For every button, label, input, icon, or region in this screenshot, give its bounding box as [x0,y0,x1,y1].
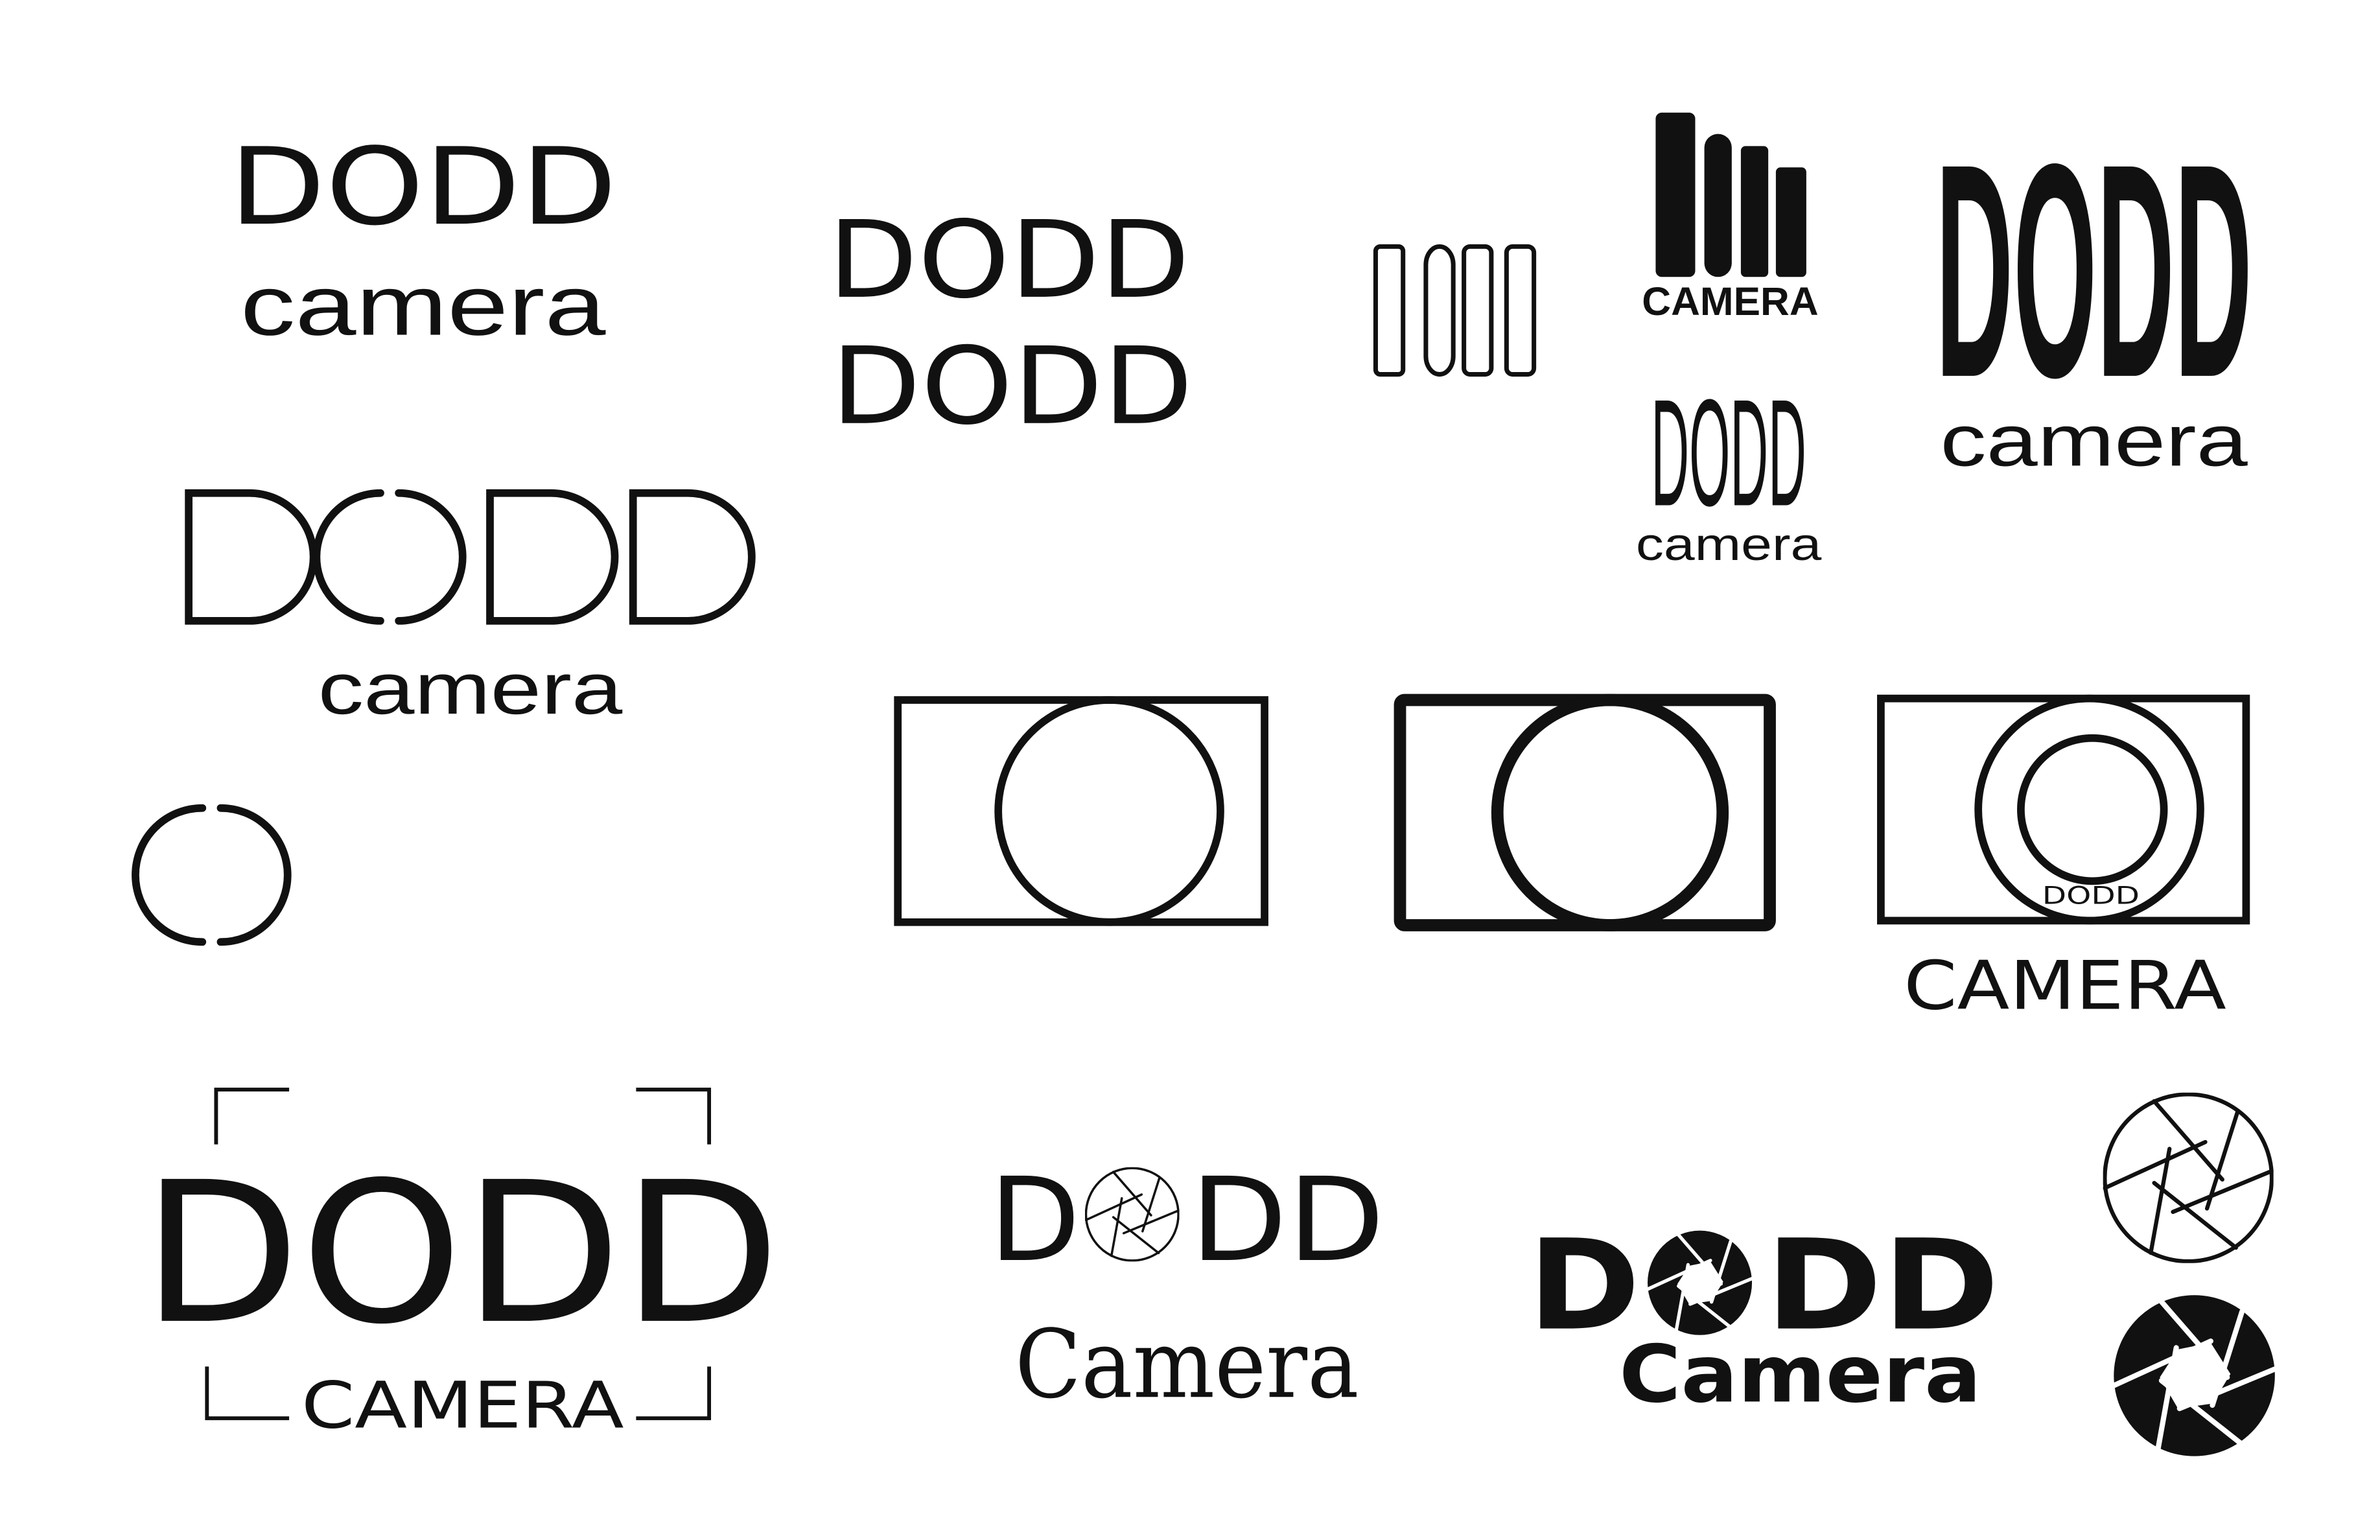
camera-body-thick-icon [1394,694,1776,931]
letter-d-1 [185,489,318,625]
wordmark-dodd-line-2: DODD [831,324,1193,449]
tall-d-1 [1373,244,1406,377]
logo-sheet: DODD camera DODD DODD CAMERA DODD camera… [132,100,2380,1540]
lens-text-dodd: DODD [2042,881,2140,910]
letter-o-broken-right [395,489,467,625]
bar-o [1704,134,1732,277]
logo-bars: CAMERA [1642,112,1819,323]
tagline-camera-large: camera [1940,399,2248,481]
wordmark-dodd-tall: DODD [1651,367,1806,537]
tagline-camera-bold: Camera [1619,1328,1981,1420]
wordmark-dodd-bold: DODD [1935,100,2252,441]
tagline-camera: camera [240,258,607,353]
letter-o-broken-left [312,489,384,625]
logo-tall-small: DODD camera [1636,367,1822,570]
logo-aperture-outline: D DD Camera [989,1153,1384,1419]
logo-broken-o: camera [185,489,756,729]
tall-o [1423,244,1456,377]
aperture-o-icon [1085,1167,1180,1262]
logo-tall-outline [1373,244,1537,377]
bar-d-3 [1775,167,1806,277]
logo-stacked-pair: DODD DODD [828,198,1193,449]
wordmark-dodd: DODD [229,124,617,249]
wordmark-dd: DD [1190,1153,1385,1288]
letter-d-2 [486,489,619,625]
letter-d-3 [629,489,756,625]
tall-d-3 [1504,244,1537,377]
logo-bracket-frame: DODD CAMERA [141,1088,780,1443]
bar-d-1 [1655,112,1696,277]
bar-d-2 [1740,146,1769,277]
tagline-camera-bold: CAMERA [1642,279,1818,323]
camera-body-thin-icon [894,696,1268,926]
logo-bold-tall: DODD camera [1935,100,2252,482]
tagline-camera-caps: CAMERA [301,1368,624,1443]
tall-d-2 [1462,244,1494,377]
logo-top-left: DODD camera [229,124,617,353]
aperture-outline-icon [2105,1094,2272,1261]
aperture-filled-icon [2114,1295,2274,1456]
tagline-camera-small: camera [1636,519,1822,570]
broken-circle-icon [132,804,292,946]
tagline-camera-serif: Camera [1015,1310,1359,1419]
lens-inner-ring [2017,734,2168,885]
wordmark-dodd-line-1: DODD [828,198,1190,322]
wordmark-dodd-large: DODD [141,1140,780,1367]
logo-aperture-bold: D DD Camera [1528,1213,2000,1421]
aperture-filled-o-icon [1648,1231,1752,1335]
tagline-camera-caps: CAMERA [1904,948,2226,1025]
logo-camera-box-lens: DODD CAMERA [1877,694,2250,1025]
wordmark-d: D [989,1153,1080,1288]
tagline-camera: camera [318,648,623,729]
